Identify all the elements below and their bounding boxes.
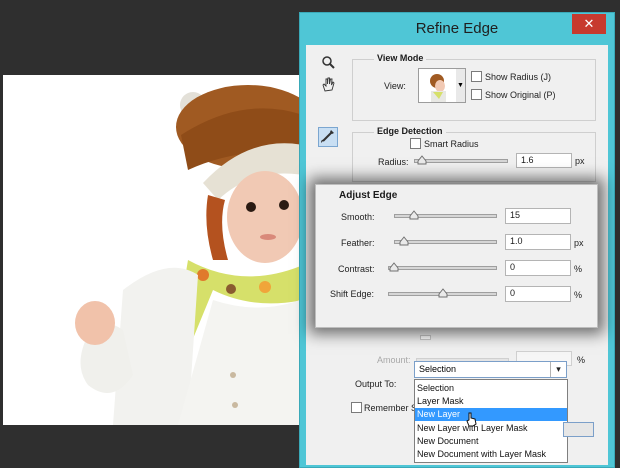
hand-icon[interactable] (318, 77, 338, 97)
radius-slider-thumb[interactable] (417, 155, 427, 165)
output-to-value: Selection (419, 364, 457, 374)
smooth-slider-track[interactable] (394, 210, 497, 220)
option-selection[interactable]: Selection (415, 382, 567, 395)
view-mode-dropdown-icon[interactable]: ▼ (456, 68, 466, 103)
partial-checkbox (420, 335, 431, 340)
zoom-icon[interactable] (318, 55, 338, 75)
contrast-slider-thumb[interactable] (389, 262, 399, 272)
smooth-input[interactable]: 15 (505, 208, 571, 224)
shift-edge-slider-track[interactable] (388, 288, 497, 298)
output-to-options-list: Selection Layer Mask New Layer New Layer… (414, 379, 568, 463)
smart-radius-checkbox[interactable] (410, 138, 421, 149)
close-button[interactable]: ✕ (572, 14, 606, 34)
refine-radius-brush-icon[interactable] (318, 127, 338, 147)
option-layer-mask[interactable]: Layer Mask (415, 395, 567, 408)
shift-edge-slider-thumb[interactable] (438, 288, 448, 298)
option-new-layer-with-layer-mask[interactable]: New Layer with Layer Mask (415, 422, 567, 435)
amount-label: Amount: (377, 355, 411, 365)
shift-edge-label: Shift Edge: (330, 289, 375, 299)
adjust-edge-panel: Adjust Edge Smooth: 15 Feather: 1.0 px C… (315, 184, 598, 328)
amount-unit: % (577, 355, 586, 365)
remember-settings-checkbox[interactable] (351, 402, 362, 413)
edge-detection-heading: Edge Detection (374, 126, 446, 136)
show-radius-checkbox[interactable] (471, 71, 482, 82)
feather-input[interactable]: 1.0 (505, 234, 571, 250)
child-photo (75, 85, 300, 425)
contrast-slider-track[interactable] (388, 262, 497, 272)
radius-unit: px (575, 156, 585, 166)
output-to-select[interactable]: Selection ▾ (414, 361, 567, 378)
view-label: View: (384, 81, 406, 91)
view-mode-thumbnail[interactable] (418, 68, 458, 103)
contrast-unit: % (574, 264, 583, 274)
smooth-slider-thumb[interactable] (409, 210, 419, 220)
chevron-down-icon[interactable]: ▾ (550, 362, 566, 377)
smooth-label: Smooth: (341, 212, 375, 222)
shift-edge-input[interactable]: 0 (505, 286, 571, 302)
show-original-label: Show Original (P) (485, 90, 556, 100)
smart-radius-label: Smart Radius (424, 139, 479, 149)
radius-label: Radius: (378, 157, 409, 167)
contrast-label: Contrast: (338, 264, 375, 274)
adjust-edge-heading: Adjust Edge (336, 190, 401, 201)
mouse-pointer-icon (466, 412, 477, 427)
view-mode-heading: View Mode (374, 53, 427, 63)
image-canvas (3, 75, 300, 425)
show-radius-label: Show Radius (J) (485, 72, 552, 82)
output-to-label: Output To: (355, 379, 397, 389)
option-new-document[interactable]: New Document (415, 435, 567, 448)
title-bar[interactable]: Refine Edge ✕ (300, 13, 614, 45)
show-original-checkbox[interactable] (471, 89, 482, 100)
dialog-title: Refine Edge (415, 20, 499, 37)
feather-unit: px (574, 238, 584, 248)
radius-slider-track[interactable] (414, 155, 508, 165)
feather-label: Feather: (341, 238, 375, 248)
shift-edge-unit: % (574, 290, 583, 300)
option-new-document-with-layer-mask[interactable]: New Document with Layer Mask (415, 448, 567, 461)
feather-slider-thumb[interactable] (399, 236, 409, 246)
contrast-input[interactable]: 0 (505, 260, 571, 276)
option-new-layer[interactable]: New Layer (415, 408, 567, 421)
radius-input[interactable]: 1.6 (516, 153, 572, 168)
ok-button[interactable] (563, 422, 594, 437)
feather-slider-track[interactable] (394, 236, 497, 246)
